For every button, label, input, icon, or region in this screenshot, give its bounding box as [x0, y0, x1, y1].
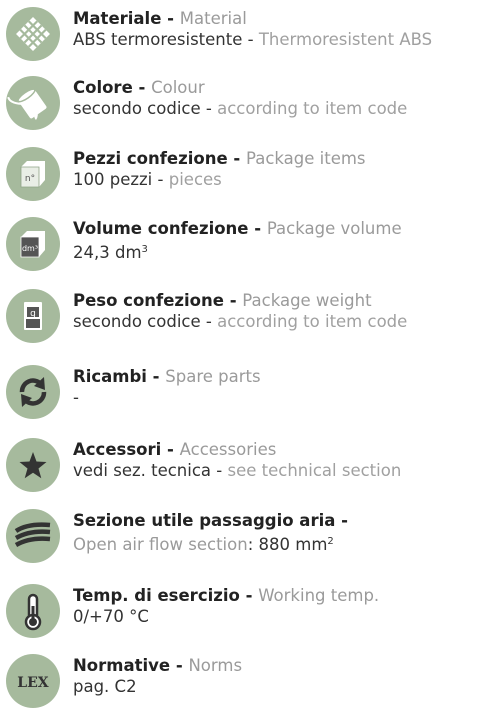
- spec-label-en: Spare parts: [165, 367, 261, 386]
- spec-label-en: Open air flow section: [73, 535, 248, 554]
- svg-text:g: g: [30, 309, 36, 319]
- svg-text:dm³: dm³: [22, 244, 38, 253]
- spec-label-it: Sezione utile passaggio aria: [73, 511, 336, 530]
- spec-label-it: Normative: [73, 656, 171, 675]
- svg-text:n°: n°: [25, 174, 35, 184]
- spec-label-en: Colour: [151, 78, 205, 97]
- spec-label-it: Volume confezione: [73, 219, 249, 238]
- spec-row-air-flow: Sezione utile passaggio aria - Open air …: [0, 509, 491, 569]
- spec-value-en: see technical section: [227, 461, 402, 480]
- airflow-icon: [6, 509, 60, 563]
- spec-row-accessories: Accessori - Accessories vedi sez. tecnic…: [0, 438, 491, 498]
- spec-value-it: vedi sez. tecnica: [73, 461, 212, 480]
- spec-row-spare-parts: Ricambi - Spare parts -: [0, 365, 491, 425]
- spec-value-sup: 3: [141, 244, 148, 255]
- spec-value: 24,3 dm: [73, 243, 142, 262]
- spec-value-it: secondo codice: [73, 99, 201, 118]
- spec-label-it: Ricambi: [73, 367, 147, 386]
- spec-value: 880 mm: [258, 535, 328, 554]
- lex-icon: LEX: [6, 654, 60, 708]
- spec-label-en: Package items: [246, 149, 366, 168]
- spec-value-en: Thermoresistent ABS: [258, 30, 433, 49]
- material-diamond-icon: [6, 7, 60, 61]
- spec-value: pag. C2: [73, 677, 137, 696]
- spec-value-en: according to item code: [217, 312, 408, 331]
- thermometer-icon: [6, 584, 60, 638]
- spec-value-en: according to item code: [217, 99, 408, 118]
- spec-label-it: Accessori: [73, 440, 162, 459]
- svg-text:LEX: LEX: [17, 675, 49, 691]
- spec-label-en: Package weight: [242, 291, 372, 310]
- spec-value-it: 100 pezzi: [73, 170, 153, 189]
- spec-value-it: secondo codice: [73, 312, 201, 331]
- spec-label-en: Material: [179, 9, 247, 28]
- paint-bucket-icon: [6, 76, 60, 130]
- spec-row-working-temp: Temp. di esercizio - Working temp. 0/+70…: [0, 584, 491, 644]
- spec-value-en: pieces: [168, 170, 222, 189]
- spec-value: -: [73, 388, 79, 407]
- spec-row-norms: LEX Normative - Norms pag. C2: [0, 654, 491, 714]
- spec-row-package-weight: g Peso confezione - Package weight secon…: [0, 289, 491, 349]
- spec-label-en: Accessories: [179, 440, 277, 459]
- spec-label-it: Temp. di esercizio: [73, 586, 240, 605]
- star-icon: [6, 438, 60, 492]
- spec-row-material: Materiale - Material ABS termoresistente…: [0, 7, 491, 67]
- package-volume-icon: dm³: [6, 217, 60, 271]
- spec-label-en: Package volume: [266, 219, 402, 238]
- spec-row-package-volume: dm³ Volume confezione - Package volume 2…: [0, 217, 491, 277]
- spec-row-package-items: n° Pezzi confezione - Package items 100 …: [0, 147, 491, 207]
- spec-label-it: Pezzi confezione: [73, 149, 228, 168]
- spec-label-it: Materiale: [73, 9, 162, 28]
- spec-list: Materiale - Material ABS termoresistente…: [0, 0, 491, 708]
- package-count-icon: n°: [6, 147, 60, 201]
- spec-label-it: Colore: [73, 78, 133, 97]
- spec-label-en: Working temp.: [258, 586, 380, 605]
- spec-label-it: Peso confezione: [73, 291, 224, 310]
- spec-value-sup: 2: [327, 536, 334, 547]
- spare-parts-icon: [6, 365, 60, 419]
- weight-icon: g: [6, 289, 60, 343]
- spec-value-it: ABS termoresistente: [73, 30, 243, 49]
- spec-row-colour: Colore - Colour secondo codice - accordi…: [0, 76, 491, 136]
- spec-value: 0/+70 °C: [73, 607, 149, 626]
- spec-label-en: Norms: [188, 656, 243, 675]
